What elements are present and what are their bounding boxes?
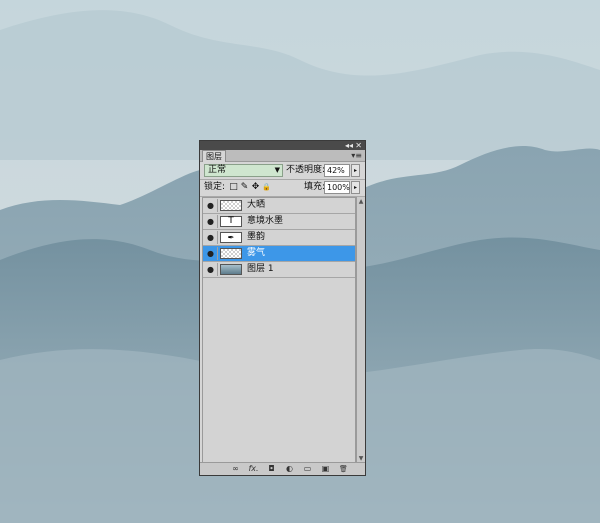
layer-name: 图层 1 — [247, 264, 274, 274]
eye-icon[interactable]: ● — [204, 199, 218, 212]
layer-row[interactable]: ● T 意境水墨 — [203, 214, 355, 230]
layers-scrollbar[interactable]: ▲ ▼ — [356, 197, 365, 463]
layer-row[interactable]: ● 大晒 — [203, 198, 355, 214]
panel-tabbar: 图层 ▾≡ — [200, 150, 365, 162]
fill-label: 填充: — [304, 182, 326, 192]
layer-row[interactable]: ● ✒ 墨韵 — [203, 230, 355, 246]
eye-icon[interactable]: ● — [204, 263, 218, 276]
delete-icon[interactable]: 🗑 — [338, 464, 349, 474]
lock-label: 锁定: — [204, 182, 226, 192]
panel-footer: ∞ fx. ◘ ◐ ▭ ▣ 🗑 — [200, 462, 365, 475]
eye-icon[interactable]: ● — [204, 247, 218, 260]
opacity-stepper[interactable]: ▸ — [351, 164, 360, 177]
fill-field[interactable]: 100% — [324, 181, 350, 194]
layer-name: 意境水墨 — [247, 216, 284, 226]
panel-titlebar[interactable]: ◂◂ ✕ — [200, 141, 365, 150]
text-layer-icon: T — [220, 216, 242, 227]
blend-mode-select[interactable]: 正常 ▼ — [204, 164, 283, 177]
lock-transparent-icon[interactable]: □ — [229, 182, 238, 192]
layer-thumbnail — [220, 264, 242, 275]
lock-paint-icon[interactable]: ✎ — [240, 182, 249, 192]
fill-stepper[interactable]: ▸ — [351, 181, 360, 194]
layer-thumbnail — [220, 248, 242, 259]
blend-mode-value: 正常 — [208, 165, 227, 175]
layers-list: ● 大晒 ● T 意境水墨 ● ✒ 墨韵 ● 雾气 ● 图层 1 — [202, 197, 356, 463]
collapse-icon[interactable]: ◂◂ — [345, 141, 353, 150]
eye-icon[interactable]: ● — [204, 215, 218, 228]
layer-row-selected[interactable]: ● 雾气 — [203, 246, 355, 262]
layer-name: 大晒 — [247, 200, 266, 210]
panel-menu-icon[interactable]: ▾≡ — [351, 151, 362, 160]
layer-name: 雾气 — [247, 248, 266, 258]
tab-layers[interactable]: 图层 — [202, 150, 226, 162]
adjustment-icon[interactable]: ◐ — [284, 464, 295, 474]
layers-panel: ◂◂ ✕ 图层 ▾≡ 正常 ▼ 不透明度: 42% ▸ 锁定: □ ✎ ✥ 🔒 … — [199, 140, 366, 476]
layer-name: 墨韵 — [247, 232, 266, 242]
group-icon[interactable]: ▭ — [302, 464, 313, 474]
eye-icon[interactable]: ● — [204, 231, 218, 244]
blend-opacity-row: 正常 ▼ 不透明度: 42% ▸ — [200, 163, 365, 179]
lock-move-icon[interactable]: ✥ — [251, 182, 260, 192]
link-icon[interactable]: ∞ — [230, 464, 241, 474]
scroll-up-icon[interactable]: ▲ — [357, 197, 365, 206]
brush-thumbnail-icon: ✒ — [220, 232, 242, 243]
opacity-label: 不透明度: — [286, 165, 326, 175]
mask-icon[interactable]: ◘ — [266, 464, 277, 474]
layer-thumbnail — [220, 200, 242, 211]
new-layer-icon[interactable]: ▣ — [320, 464, 331, 474]
layer-row[interactable]: ● 图层 1 — [203, 262, 355, 278]
lock-all-icon[interactable]: 🔒 — [262, 182, 271, 192]
fx-icon[interactable]: fx. — [248, 464, 259, 474]
opacity-field[interactable]: 42% — [324, 164, 350, 177]
close-icon[interactable]: ✕ — [355, 141, 362, 150]
lock-fill-row: 锁定: □ ✎ ✥ 🔒 填充: 100% ▸ — [200, 180, 365, 196]
chevron-down-icon: ▼ — [274, 166, 280, 174]
